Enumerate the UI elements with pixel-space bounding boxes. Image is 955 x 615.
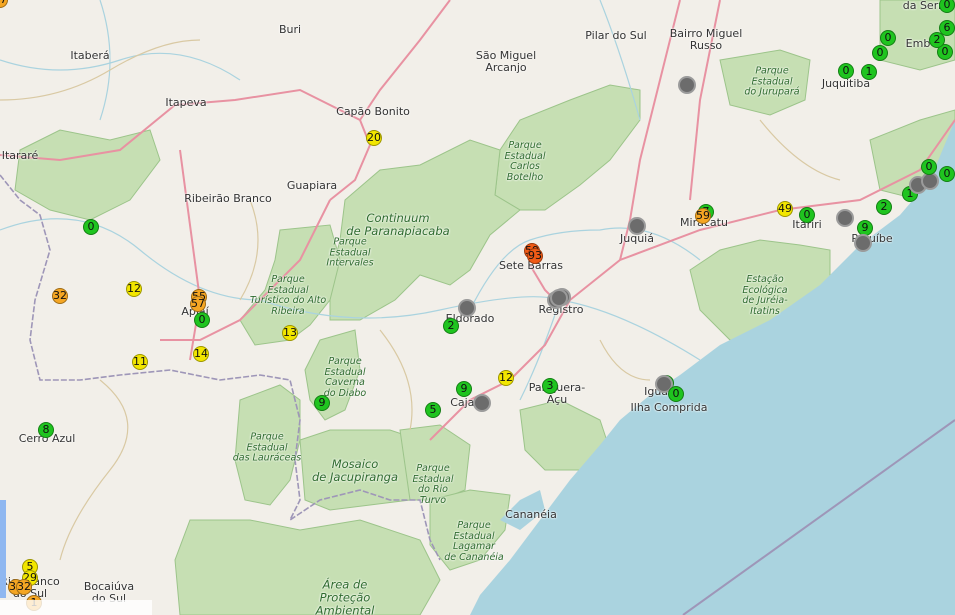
station-marker[interactable]: 2 [929, 32, 945, 48]
park-label: Parque Estadual das Lauráceas [232, 431, 302, 464]
station-marker[interactable]: 0 [880, 30, 896, 46]
station-marker[interactable]: 0 [872, 45, 888, 61]
station-marker[interactable] [458, 299, 476, 317]
place-label: Itaberá [70, 49, 110, 62]
station-marker[interactable]: 0 [799, 207, 815, 223]
map-canvas[interactable]: Itaberá Buri Itapeva Itararé São Miguel Arca… [0, 0, 955, 615]
station-marker[interactable]: 14 [193, 346, 209, 362]
place-label: Guapiara [286, 179, 338, 192]
park-label: Continuum de Paranapiacaba [346, 211, 450, 238]
place-label: Pilar do Sul [585, 29, 647, 42]
station-marker[interactable]: 32 [16, 579, 32, 595]
place-label: Juquitiba [821, 77, 871, 90]
station-marker[interactable]: 0 [939, 166, 955, 182]
station-marker[interactable]: 93 [527, 248, 543, 264]
station-marker[interactable] [836, 209, 854, 227]
place-label: Cananéia [505, 508, 557, 521]
place-label: Emb [905, 37, 931, 50]
station-marker[interactable]: 2 [876, 199, 892, 215]
station-marker[interactable]: 3 [542, 378, 558, 394]
place-label: Ilha Comprida [630, 401, 708, 414]
map-edge-control[interactable] [0, 500, 6, 598]
station-marker[interactable] [678, 76, 696, 94]
station-marker[interactable]: 9 [456, 381, 472, 397]
station-marker[interactable]: 1 [861, 64, 877, 80]
place-label: Itararé [1, 149, 39, 162]
station-marker[interactable]: 13 [282, 325, 298, 341]
station-marker[interactable]: 0 [83, 219, 99, 235]
place-label: Itapeva [165, 96, 207, 109]
station-marker[interactable]: 0 [921, 159, 937, 175]
station-marker[interactable]: 11 [132, 354, 148, 370]
station-marker[interactable]: 12 [126, 281, 142, 297]
station-marker[interactable]: 59 [695, 208, 711, 224]
place-label: São Miguel Arcanjo [475, 49, 537, 74]
station-marker[interactable] [473, 394, 491, 412]
station-marker[interactable]: 12 [498, 370, 514, 386]
station-marker[interactable] [628, 217, 646, 235]
station-marker[interactable]: 0 [194, 312, 210, 328]
station-marker[interactable]: 8 [38, 422, 54, 438]
park-label: Área de Proteção Ambiental [315, 577, 375, 615]
park-label: Parque Estadual do Rio Turvo [412, 463, 454, 506]
station-marker[interactable]: 2 [443, 318, 459, 334]
park-label: Estação Ecológica de Juréia- Itatins [742, 274, 788, 317]
place-label: Capão Bonito [336, 105, 410, 118]
park-label: Parque Estadual Carlos Botelho [504, 140, 546, 183]
station-marker[interactable] [550, 289, 568, 307]
park-label: Mosaico de Jacupiranga [312, 457, 398, 484]
station-marker[interactable]: 0 [838, 63, 854, 79]
place-label: Buri [278, 23, 302, 36]
park-label: Parque Estadual Lagamar de Cananéia [444, 520, 504, 563]
park-label: Parque Estadual do Jurupará [744, 65, 800, 98]
station-marker[interactable]: 0 [668, 386, 684, 402]
station-marker[interactable] [854, 234, 872, 252]
place-label: Bairro Miguel Russo [669, 27, 743, 52]
park-label: Parque Estadual Turístico do Alto Ribeir… [249, 274, 327, 317]
station-marker[interactable]: 49 [777, 201, 793, 217]
station-marker[interactable]: 32 [52, 288, 68, 304]
station-marker[interactable]: 9 [314, 395, 330, 411]
station-marker[interactable]: 5 [425, 402, 441, 418]
park-label: Parque Estadual Intervales [326, 236, 374, 269]
park-label: Parque Estadual Caverna do Diabo [323, 356, 367, 399]
station-marker[interactable]: 20 [366, 130, 382, 146]
place-label: Ribeirão Branco [184, 192, 272, 205]
station-marker[interactable]: 57 [190, 296, 206, 312]
attribution-bar [0, 600, 152, 615]
